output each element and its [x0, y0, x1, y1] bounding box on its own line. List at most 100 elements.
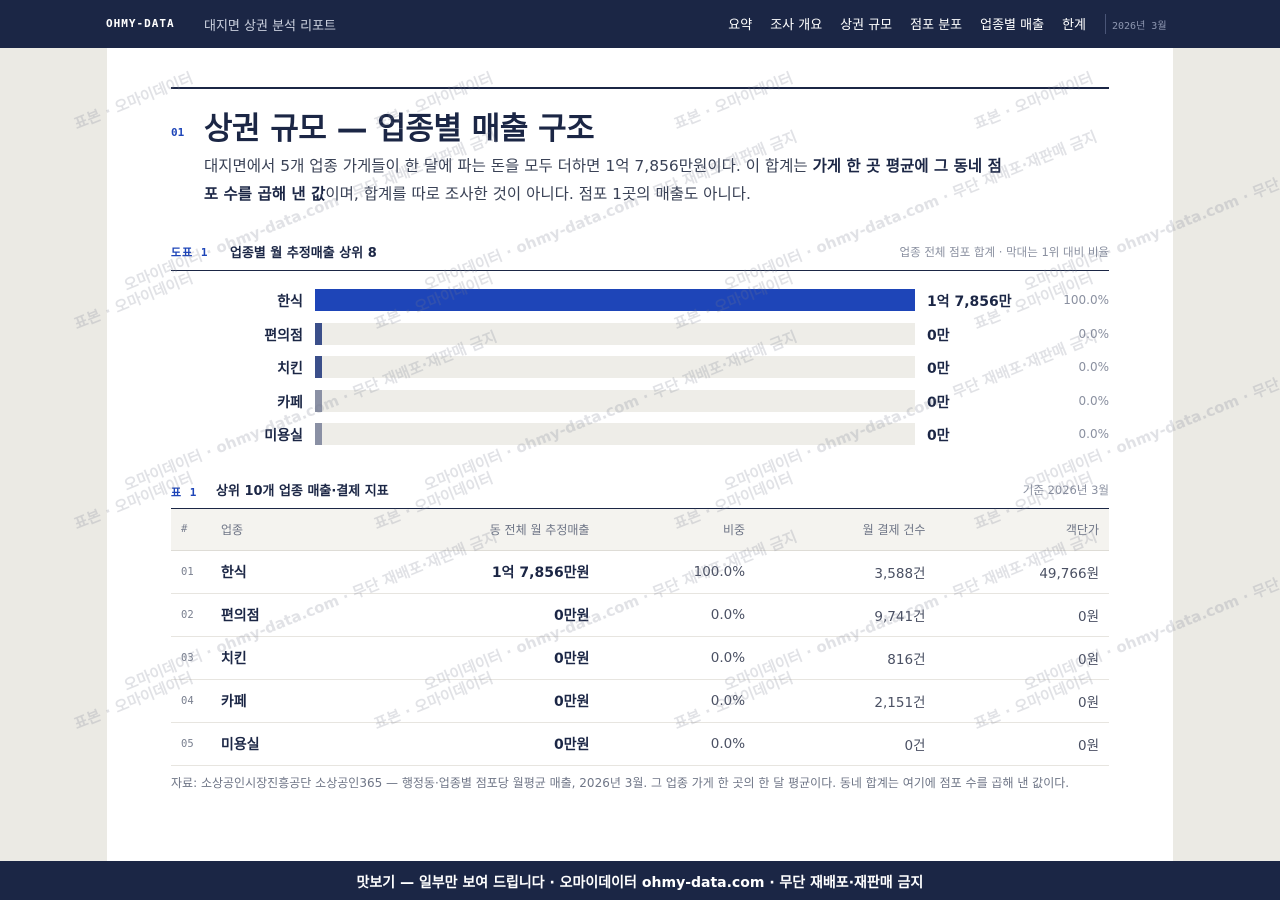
- table-cell: 0만원: [338, 679, 600, 723]
- table-cell: 0만원: [338, 722, 600, 766]
- table-cell: 2,151건: [755, 679, 936, 723]
- table-cell: 04: [171, 679, 211, 723]
- table-cell: 0.0%: [599, 679, 756, 723]
- table-cell: 0건: [755, 722, 936, 766]
- nav-summary[interactable]: 요약: [728, 14, 752, 33]
- table-cell: 0원: [935, 593, 1109, 637]
- bar-track: [315, 389, 915, 412]
- section-number: 01: [171, 126, 185, 139]
- bar-track: [315, 423, 915, 445]
- bar-value-label: 0만: [927, 361, 950, 377]
- table-cell: 0원: [935, 636, 1109, 680]
- col-monthly-sales: 동 전체 월 추정매출: [338, 509, 600, 551]
- table-cell: 816건: [755, 636, 936, 680]
- bar: [315, 389, 322, 412]
- table-cell: 미용실: [211, 722, 339, 766]
- table-title: 상위 10개 업종 매출·결제 지표: [216, 484, 389, 499]
- table-row: 04 카페 0만원 0.0% 2,151건 0원: [171, 679, 1109, 723]
- nav-store-distribution[interactable]: 점포 분포: [910, 14, 962, 33]
- report-title: 대지면 상권 분석 리포트: [204, 19, 336, 34]
- figure-title: 업종별 월 추정매출 상위 8: [230, 246, 377, 261]
- bar-value-label: 0만: [927, 428, 950, 444]
- bar-percent-label: 100.0%: [1063, 293, 1109, 307]
- table-cell: 0만원: [338, 636, 600, 680]
- table-cell: 0만원: [338, 593, 600, 637]
- bar-track: [315, 322, 915, 345]
- table-cell: 편의점: [211, 593, 339, 637]
- bar-category-label: 미용실: [264, 428, 303, 444]
- footer-text: 맛보기 — 일부만 보여 드립니다 · 오마이데이터 ohmy-data.com…: [356, 875, 924, 891]
- table-row: 05 미용실 0만원 0.0% 0건 0원: [171, 722, 1109, 766]
- bar-percent-label: 0.0%: [1078, 427, 1110, 441]
- table-cell: 0.0%: [599, 722, 756, 766]
- table-cell: 0.0%: [599, 593, 756, 637]
- bar-row: 치킨 0만 0.0%: [171, 356, 1109, 378]
- brand-logo[interactable]: OHMY-DATA: [106, 17, 175, 30]
- col-share: 비중: [599, 509, 756, 551]
- bar: [315, 289, 915, 311]
- bar-value-label: 0만: [927, 327, 950, 344]
- table-row: 02 편의점 0만원 0.0% 9,741건 0원: [171, 593, 1109, 637]
- section-title: 상권 규모 — 업종별 매출 구조: [204, 111, 595, 147]
- figure-note: 업종 전체 점포 합계 · 막대는 1위 대비 비율: [899, 245, 1110, 259]
- col-industry: 업종: [211, 509, 339, 551]
- bar-percent-label: 0.0%: [1078, 393, 1110, 408]
- figure-label: 도표 1: [171, 246, 209, 259]
- bar-percent-label: 0.0%: [1078, 326, 1110, 341]
- section-lead: 대지면에서 5개 업종 가게들이 한 달에 파는 돈을 모두 더하면 1억 7,…: [204, 152, 1004, 208]
- table-cell: 0.0%: [599, 636, 756, 680]
- table-row: 01 한식 1억 7,856만원 100.0% 3,588건 49,766원: [171, 550, 1109, 594]
- table-cell: 0원: [935, 679, 1109, 723]
- table-cell: 03: [171, 636, 211, 680]
- col-index: #: [171, 509, 211, 551]
- table-cell: 0원: [935, 722, 1109, 766]
- bar-track: [315, 356, 915, 378]
- section-nav: 요약 조사 개요 상권 규모 점포 분포 업종별 매출 한계: [728, 14, 1086, 33]
- table-label: 표 1: [171, 486, 198, 499]
- table-cell: 3,588건: [755, 550, 936, 594]
- col-transactions: 월 결제 건수: [755, 509, 936, 551]
- section-rule: [171, 87, 1109, 89]
- table-cell: 1억 7,856만원: [338, 550, 600, 594]
- nav-market-size[interactable]: 상권 규모: [840, 14, 892, 33]
- col-avg-ticket: 객단가: [935, 509, 1109, 551]
- nav-divider: [1105, 14, 1106, 34]
- bar-row: 한식 1억 7,856만 100.0%: [171, 289, 1109, 311]
- bar-category-label: 한식: [277, 294, 303, 310]
- nav-survey-overview[interactable]: 조사 개요: [770, 14, 822, 33]
- bar-row: 카페 0만 0.0%: [171, 389, 1110, 412]
- nav-sales-by-industry[interactable]: 업종별 매출: [980, 14, 1044, 33]
- bar: [315, 356, 322, 378]
- bar-percent-label: 0.0%: [1078, 360, 1110, 374]
- bar-category-label: 편의점: [264, 327, 303, 344]
- table-header: 표 1 상위 10개 업종 매출·결제 지표 기준 2026년 3월: [171, 478, 1109, 509]
- source-note: 자료: 소상공인시장진흥공단 소상공인365 — 행정동·업종별 점포당 월평균…: [171, 776, 1070, 790]
- lead-text-2: 이며, 합계를 따로 조사한 것이 아니다. 점포 1곳의 매출도 아니다.: [325, 185, 751, 203]
- table-cell: 05: [171, 722, 211, 766]
- bar-row: 편의점 0만 0.0%: [171, 322, 1110, 345]
- table-header-row: # 업종 동 전체 월 추정매출 비중 월 결제 건수 객단가: [171, 509, 1109, 551]
- sales-table: # 업종 동 전체 월 추정매출 비중 월 결제 건수 객단가 01 한식 1억 7…: [171, 509, 1109, 766]
- nav-limitations[interactable]: 한계: [1062, 14, 1086, 33]
- table-row: 03 치킨 0만원 0.0% 816건 0원: [171, 636, 1109, 680]
- bar-value-label: 1억 7,856만: [927, 294, 1012, 310]
- table-note: 기준 2026년 3월: [1022, 483, 1109, 497]
- report-date: 2026년 3월: [1112, 21, 1167, 32]
- top-nav-bar: OHMY-DATA 대지면 상권 분석 리포트 요약 조사 개요 상권 규모 점…: [0, 0, 1280, 48]
- bar: [315, 423, 322, 445]
- bar: [315, 322, 322, 345]
- lead-text-1: 대지면에서 5개 업종 가게들이 한 달에 파는 돈을 모두 더하면 1억 7,…: [204, 157, 813, 175]
- bar-category-label: 카페: [277, 394, 303, 411]
- table-cell: 치킨: [211, 636, 339, 680]
- table-cell: 9,741건: [755, 593, 936, 637]
- table-cell: 100.0%: [599, 550, 756, 594]
- bar-row: 미용실 0만 0.0%: [171, 423, 1109, 445]
- table-cell: 49,766원: [935, 550, 1109, 594]
- table-cell: 01: [171, 550, 211, 594]
- bar-category-label: 치킨: [277, 361, 303, 377]
- preview-footer: 맛보기 — 일부만 보여 드립니다 · 오마이데이터 ohmy-data.com…: [0, 861, 1280, 900]
- figure-header: 도표 1 업종별 월 추정매출 상위 8 업종 전체 점포 합계 · 막대는 1…: [171, 240, 1109, 271]
- table-cell: 02: [171, 593, 211, 637]
- bar-value-label: 0만: [927, 394, 950, 411]
- bar-track: [315, 289, 915, 311]
